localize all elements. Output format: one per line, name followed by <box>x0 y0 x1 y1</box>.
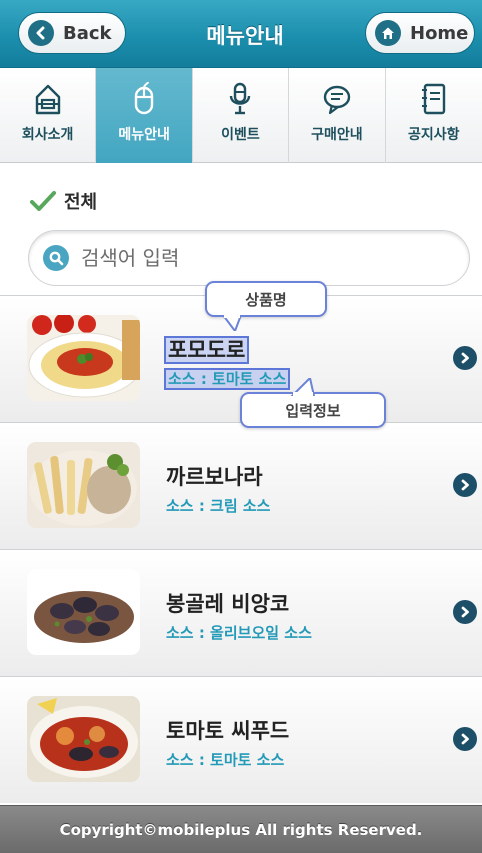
category-filter[interactable]: 전체 <box>30 186 97 216</box>
item-title: 포모도로 <box>163 334 250 364</box>
notebook-icon <box>421 83 445 115</box>
chat-bubble-icon <box>323 85 351 115</box>
chevron-left-icon <box>28 20 54 46</box>
tomato-seafood-thumbnail <box>27 696 140 782</box>
item-title: 토마토 씨푸드 <box>166 719 290 743</box>
mouse-icon <box>134 82 154 115</box>
item-title: 까르보나라 <box>166 465 263 489</box>
back-button[interactable]: Back <box>18 12 126 54</box>
tab-company-intro[interactable]: 회사소개 <box>0 68 97 163</box>
search-icon[interactable] <box>43 245 69 271</box>
house-icon <box>35 84 60 115</box>
tab-label: 공지사항 <box>407 127 460 143</box>
pomodoro-thumbnail <box>27 315 140 401</box>
search-box <box>28 230 470 286</box>
checkmark-icon <box>30 191 56 211</box>
footer: Copyright©mobileplus All rights Reserved… <box>0 805 482 853</box>
category-label: 전체 <box>64 192 98 213</box>
menu-list: 포모도로 소스 : 토마토 소스 까르보나라 소스 : 크림 소스 봉골레 비앙… <box>0 295 482 803</box>
callout-label: 상품명 <box>245 290 287 309</box>
chevron-right-icon[interactable] <box>453 600 477 624</box>
item-title: 봉골레 비앙코 <box>166 592 290 616</box>
home-button[interactable]: Home <box>365 12 475 54</box>
item-subtitle: 소스 : 올리브오일 소스 <box>166 624 312 642</box>
item-subtitle: 소스 : 크림 소스 <box>166 497 271 515</box>
callout-pointer <box>290 378 316 396</box>
tab-label: 구매안내 <box>311 127 363 143</box>
callout-label: 입력정보 <box>285 401 341 420</box>
item-subtitle: 소스 : 토마토 소스 <box>166 751 285 769</box>
back-button-label: Back <box>63 22 112 44</box>
chevron-right-icon[interactable] <box>453 346 477 370</box>
list-item[interactable]: 까르보나라 소스 : 크림 소스 <box>0 422 482 549</box>
input-info-highlight: 소스 : 토마토 소스 <box>163 368 291 390</box>
carbonara-thumbnail <box>27 442 140 528</box>
callout-pointer <box>221 315 243 331</box>
list-item[interactable]: 토마토 씨푸드 소스 : 토마토 소스 <box>0 676 482 803</box>
copyright-text: Copyright©mobileplus All rights Reserved… <box>59 820 423 839</box>
list-item[interactable]: 봉골레 비앙코 소스 : 올리브오일 소스 <box>0 549 482 676</box>
header-bar: Back 메뉴안내 Home <box>0 0 482 68</box>
page-title: 메뉴안내 <box>206 24 284 48</box>
item-subtitle: 소스 : 토마토 소스 <box>163 368 291 390</box>
chevron-right-icon[interactable] <box>453 727 477 751</box>
home-icon <box>375 20 401 46</box>
tab-menu-guide[interactable]: 메뉴안내 <box>96 68 193 163</box>
home-button-label: Home <box>410 22 469 44</box>
tab-label: 회사소개 <box>21 127 74 143</box>
tab-notice[interactable]: 공지사항 <box>386 68 482 163</box>
vongole-thumbnail <box>27 569 140 655</box>
tab-event[interactable]: 이벤트 <box>193 68 290 163</box>
product-name-callout: 상품명 <box>205 281 327 331</box>
microphone-icon <box>230 82 251 115</box>
product-name-highlight: 포모도로 <box>163 336 250 364</box>
tab-label: 메뉴안내 <box>118 127 170 143</box>
chevron-right-icon[interactable] <box>453 473 477 497</box>
input-info-callout: 입력정보 <box>240 378 386 428</box>
search-input[interactable] <box>81 246 441 270</box>
tab-label: 이벤트 <box>221 127 260 143</box>
tab-purchase-guide[interactable]: 구매안내 <box>289 68 386 163</box>
tab-bar: 회사소개 메뉴안내 이벤트 구매안내 공지사항 <box>0 68 482 163</box>
